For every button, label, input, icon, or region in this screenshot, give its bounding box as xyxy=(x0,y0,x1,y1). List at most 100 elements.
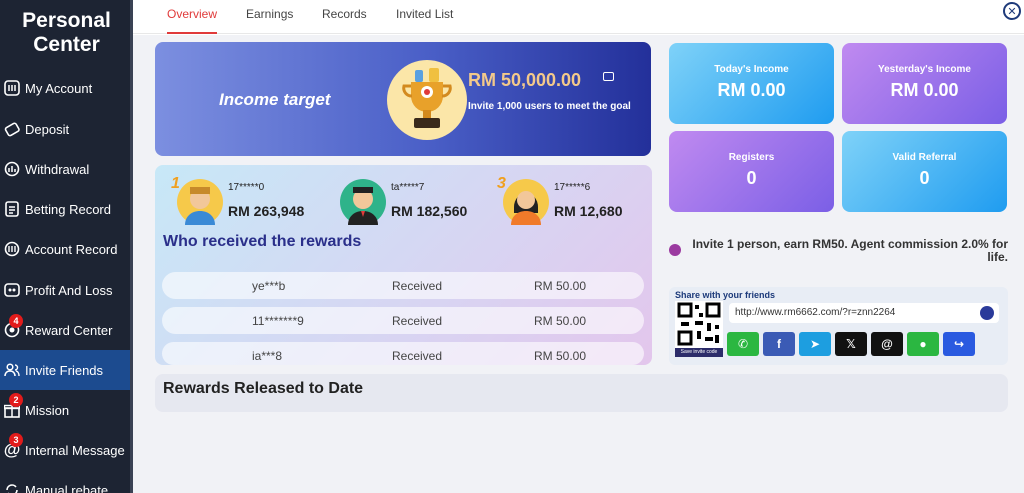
whatsapp-icon: ✆ xyxy=(737,337,749,351)
sidebar-item-label: Internal Message xyxy=(25,442,125,458)
chart-icon xyxy=(3,281,21,299)
list-item: ia***8 Received RM 50.00 xyxy=(162,342,644,365)
rank-score: RM 12,680 xyxy=(554,203,623,219)
sidebar-item-label: Profit And Loss xyxy=(25,282,113,298)
avatar xyxy=(340,179,386,225)
reward-status: Received xyxy=(392,349,443,363)
stat-value: RM 0.00 xyxy=(717,80,786,100)
rank-name: 17*****6 xyxy=(554,182,591,193)
rewards-heading: Who received the rewards xyxy=(163,233,362,250)
more-share-button[interactable]: ↪ xyxy=(943,332,975,356)
sidebar-item-mission[interactable]: 2 Mission xyxy=(0,390,130,430)
x-share-button[interactable]: 𝕏 xyxy=(835,332,867,356)
yesterday-income-card: Yesterday's Income RM 0.00 xyxy=(842,43,1007,124)
reward-status: Received xyxy=(392,279,443,293)
sidebar-item-internal-message[interactable]: @3 Internal Message xyxy=(0,430,130,470)
avatar xyxy=(503,179,549,225)
facebook-icon: f xyxy=(777,337,781,351)
sidebar-item-betting-record[interactable]: Betting Record xyxy=(0,189,130,229)
sidebar-item-label: My Account xyxy=(25,80,93,96)
rank-name: 17*****0 xyxy=(228,182,265,193)
sidebar-item-label: Mission xyxy=(25,402,70,418)
sidebar-item-invite-friends[interactable]: Invite Friends xyxy=(0,350,130,390)
sidebar: Personal Center My Account Deposit Withd… xyxy=(0,0,133,493)
overview-panel: Income target RM 50,000.00 Invite 1,000 … xyxy=(133,35,1024,493)
threads-share-button[interactable]: @ xyxy=(871,332,903,356)
tab-earnings[interactable]: Earnings xyxy=(246,0,293,34)
invite-url: http://www.rm6662.com/?r=znn2264 xyxy=(735,307,896,318)
rank-entry: 1 17*****0 RM 263,948 xyxy=(171,175,347,227)
reward-amount: RM 50.00 xyxy=(534,279,587,293)
income-target-label: Income target xyxy=(219,90,331,109)
today-income-card: Today's Income RM 0.00 xyxy=(669,43,834,124)
avatar xyxy=(177,179,223,225)
reward-status: Received xyxy=(392,314,443,328)
rank-entry: ta*****7 RM 182,560 xyxy=(340,179,510,227)
copy-icon[interactable] xyxy=(980,306,994,320)
stat-value: 0 xyxy=(746,168,757,188)
sidebar-item-label: Account Record xyxy=(25,241,118,257)
close-button[interactable]: ✕ xyxy=(1003,2,1021,20)
telegram-share-button[interactable]: ➤ xyxy=(799,332,831,356)
sidebar-item-profit-and-loss[interactable]: Profit And Loss xyxy=(0,270,130,310)
whatsapp-share-button[interactable]: ✆ xyxy=(727,332,759,356)
registers-card: Registers 0 xyxy=(669,131,834,212)
message-icon[interactable] xyxy=(603,72,614,81)
tab-overview[interactable]: Overview xyxy=(167,0,217,34)
invite-info: Invite 1 person, earn RM50. Agent commis… xyxy=(669,237,1008,264)
at-icon: @3 xyxy=(3,433,23,459)
stat-label: Valid Referral xyxy=(892,152,957,163)
share-icon: ↪ xyxy=(953,337,965,351)
stat-label: Today's Income xyxy=(714,64,789,75)
sidebar-item-label: Withdrawal xyxy=(25,161,90,177)
rank-score: RM 263,948 xyxy=(228,203,305,219)
sidebar-item-reward-center[interactable]: 4 Reward Center xyxy=(0,310,130,350)
invite-url-field[interactable]: http://www.rm6662.com/?r=znn2264 xyxy=(729,303,999,323)
rewards-card: 1 17*****0 RM 263,948 ta*****7 RM 182,56… xyxy=(155,165,652,365)
notification-badge: 4 xyxy=(9,314,23,328)
tab-records[interactable]: Records xyxy=(322,0,367,34)
invite-text: Invite 1 person, earn RM50. Agent commis… xyxy=(692,237,1008,264)
facebook-share-button[interactable]: f xyxy=(763,332,795,356)
reward-user: ia***8 xyxy=(252,349,283,363)
sidebar-item-withdrawal[interactable]: Withdrawal xyxy=(0,149,130,189)
save-qr-button[interactable]: Save invite code xyxy=(675,348,723,357)
reward-user: 11*******9 xyxy=(252,314,304,328)
refresh-icon xyxy=(3,481,21,493)
reward-user: ye***b xyxy=(252,279,286,293)
x-icon: 𝕏 xyxy=(846,337,856,351)
rank-name: ta*****7 xyxy=(391,182,425,193)
share-title: Share with your friends xyxy=(675,290,776,300)
reward-icon: 4 xyxy=(3,314,23,339)
sidebar-title: Personal Center xyxy=(22,9,111,56)
rank-entry: 3 17*****6 RM 12,680 xyxy=(497,175,673,227)
medal-badge: 1 xyxy=(171,175,180,192)
users-icon xyxy=(3,361,21,379)
line-share-button[interactable]: ● xyxy=(907,332,939,356)
sidebar-item-label: Invite Friends xyxy=(25,362,104,378)
account-icon xyxy=(3,79,21,97)
tab-bar: Overview Earnings Records Invited List ✕ xyxy=(133,0,1024,34)
rank-score: RM 182,560 xyxy=(391,203,468,219)
qr-code[interactable]: Save invite code xyxy=(675,301,723,357)
tab-invited-list[interactable]: Invited List xyxy=(396,0,453,34)
sidebar-item-label: Reward Center xyxy=(25,322,113,338)
sidebar-item-label: Betting Record xyxy=(25,201,111,217)
close-icon: ✕ xyxy=(1007,5,1017,18)
sidebar-item-deposit[interactable]: Deposit xyxy=(0,109,130,149)
sidebar-item-my-account[interactable]: My Account xyxy=(0,68,130,108)
rewards-released-heading: Rewards Released to Date xyxy=(163,380,364,397)
sidebar-item-account-record[interactable]: Account Record xyxy=(0,229,130,269)
sidebar-item-label: Deposit xyxy=(25,121,70,137)
reward-amount: RM 50.00 xyxy=(534,349,587,363)
rewards-released-card: Rewards Released to Date xyxy=(155,374,1008,412)
stat-value: 0 xyxy=(919,168,930,188)
sidebar-item-manual-rebate[interactable]: Manual rebate xyxy=(0,470,130,493)
income-target-subtitle: Invite 1,000 users to meet the goal xyxy=(468,101,631,112)
deposit-icon xyxy=(3,120,21,138)
stat-label: Yesterday's Income xyxy=(878,64,971,75)
share-panel: Share with your friends Save invite code… xyxy=(669,287,1008,365)
trophy-icon xyxy=(387,60,467,140)
stat-value: RM 0.00 xyxy=(890,80,959,100)
list-item: ye***b Received RM 50.00 xyxy=(162,272,644,299)
